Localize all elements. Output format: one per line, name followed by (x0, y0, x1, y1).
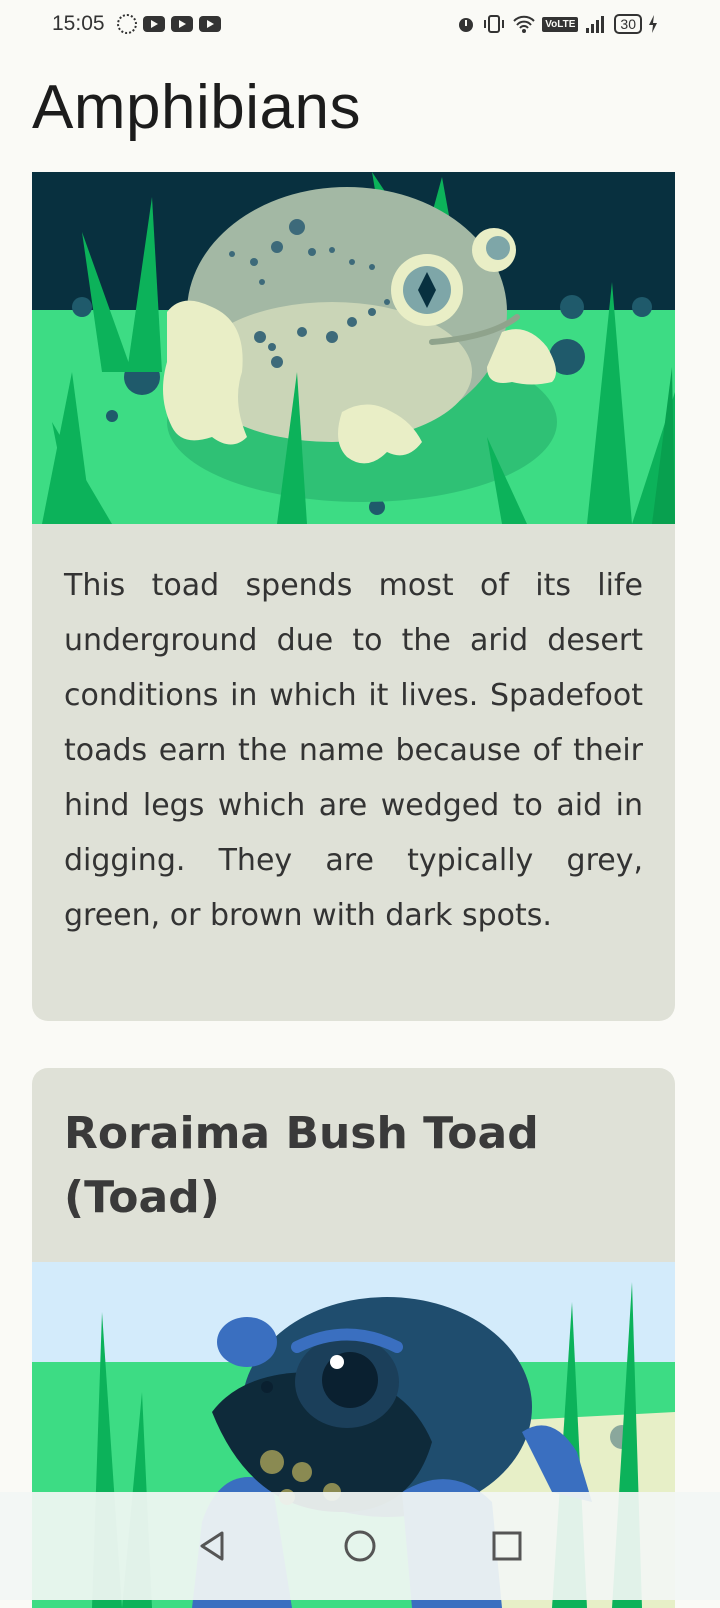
volte-icon: VoLTE (542, 16, 579, 32)
home-icon (344, 1530, 376, 1562)
recents-button[interactable] (477, 1516, 537, 1576)
loading-icon (116, 14, 137, 34)
back-icon (200, 1531, 224, 1561)
youtube-icon (198, 16, 221, 32)
card-title: Roraima Bush Toad (Toad) (64, 1108, 539, 1223)
back-button[interactable] (183, 1516, 243, 1576)
wifi-icon (513, 15, 535, 33)
home-button[interactable] (330, 1516, 390, 1576)
spadefoot-toad-illustration (32, 172, 675, 524)
youtube-icon (142, 16, 165, 32)
signal-icon (586, 16, 605, 33)
vibrate-icon (484, 15, 505, 33)
battery-icon: 30 (614, 14, 642, 34)
clock: 15:05 (52, 12, 105, 35)
spadefoot-toad-card-body[interactable]: This toad spends most of its life underg… (32, 524, 675, 1021)
page-title: Amphibians (32, 73, 361, 142)
navigation-bar (0, 1492, 720, 1600)
status-bar-right: VoLTE 30 (456, 14, 658, 34)
status-bar: 15:05 VoLTE 30 (0, 0, 720, 48)
charging-icon (649, 15, 657, 33)
recents-icon (492, 1531, 522, 1561)
youtube-icon (170, 16, 193, 32)
status-bar-left: 15:05 (52, 12, 221, 36)
toad-description: This toad spends most of its life underg… (64, 568, 643, 933)
alarm-icon (459, 18, 474, 32)
